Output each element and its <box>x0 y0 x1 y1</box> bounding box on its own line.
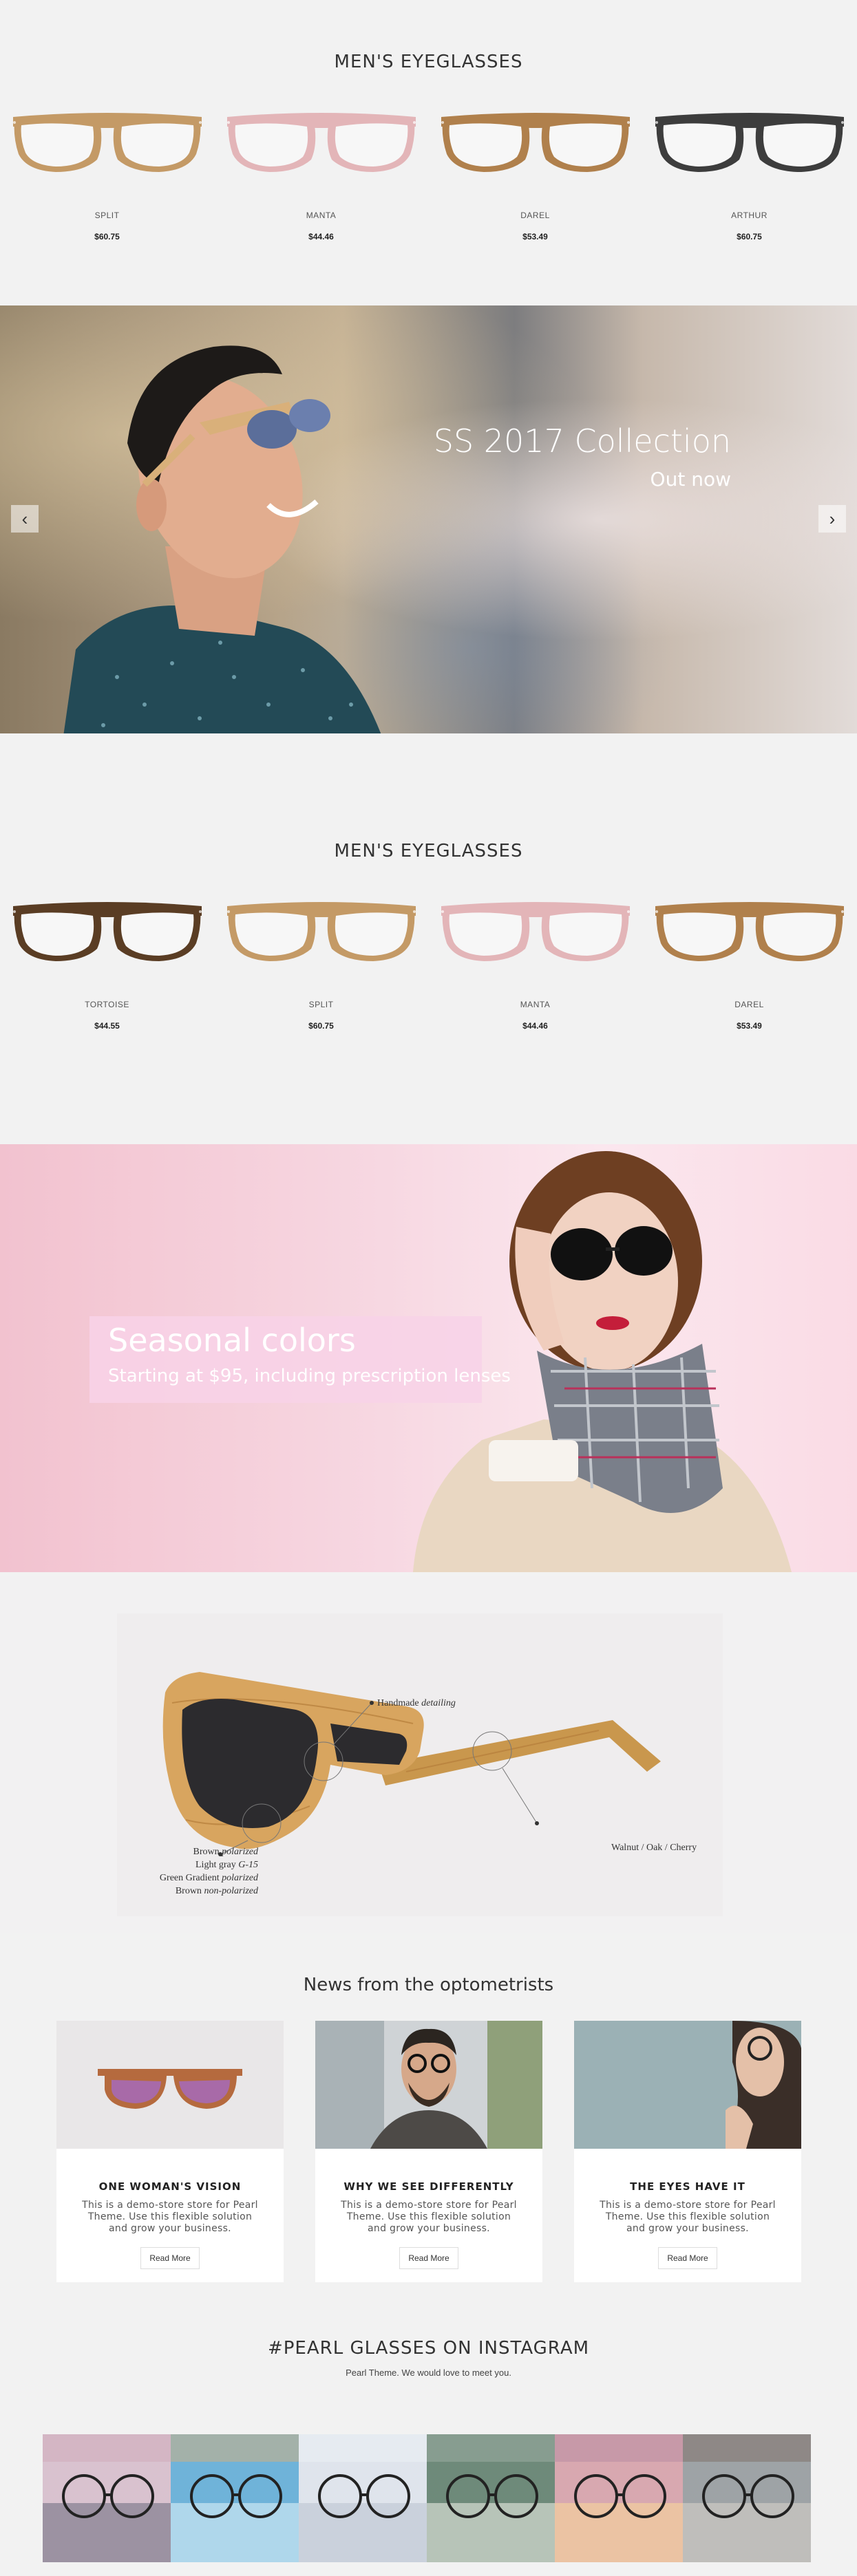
product-card[interactable]: SPLIT $60.75 <box>0 103 214 242</box>
news-card-text: This is a demo-store store for Pearl The… <box>600 2200 776 2234</box>
eyeglasses-image <box>12 113 202 172</box>
instagram-photo[interactable] <box>555 2434 683 2562</box>
lens-option-em: G-15 <box>238 1860 258 1870</box>
eyeglasses-image <box>441 902 630 961</box>
page: MEN'S EYEGLASSES SPLIT $60.75 MANTA $44.46 D… <box>0 0 857 2576</box>
product-name[interactable]: DAREL <box>428 211 642 220</box>
product-card[interactable]: ARTHUR $60.75 <box>642 103 856 242</box>
handmade-text: Handmade <box>377 1698 419 1708</box>
product-card[interactable]: DAREL $53.49 <box>428 103 642 242</box>
lens-option-main: Light gray <box>195 1860 236 1870</box>
product-price: $60.75 <box>94 232 120 242</box>
product-name[interactable]: SPLIT <box>214 1000 428 1009</box>
seasonal-title: Seasonal colors <box>108 1322 356 1359</box>
lens-options-list: Brown polarized Light gray G-15 Green Grad… <box>131 1845 258 1898</box>
news-card-title[interactable]: WHY WE SEE DIFFERENTLY <box>315 2180 542 2193</box>
handmade-em-text: detailing <box>421 1698 456 1708</box>
read-more-button[interactable]: Read More <box>399 2247 458 2269</box>
eyeglasses-image <box>655 113 844 172</box>
news-card-image[interactable] <box>574 2021 801 2149</box>
product-name[interactable]: TORTOISE <box>0 1000 214 1009</box>
slider-subtitle[interactable]: Out now <box>650 468 731 491</box>
product-card[interactable]: SPLIT $60.75 <box>214 892 428 1031</box>
product-price: $53.49 <box>522 232 548 242</box>
lens-option: Green Gradient polarized <box>131 1871 258 1885</box>
news-title: News from the optometrists <box>303 1975 554 1995</box>
news-cards: ONE WOMAN'S VISION This is a demo-store s… <box>56 2021 801 2282</box>
lens-option-em: non-polarized <box>204 1886 258 1896</box>
lens-option: Brown non-polarized <box>131 1885 258 1898</box>
news-card-image[interactable] <box>56 2021 284 2149</box>
instagram-photo[interactable] <box>683 2434 811 2562</box>
instagram-photo[interactable] <box>43 2434 171 2562</box>
instagram-title: #PEARL GLASSES ON INSTAGRAM <box>267 2338 590 2359</box>
read-more-button[interactable]: Read More <box>658 2247 717 2269</box>
news-card-text: This is a demo-store store for Pearl The… <box>82 2200 258 2234</box>
hero-slider[interactable]: SS 2017 Collection Out now ‹ › <box>0 305 857 733</box>
product-price: $60.75 <box>308 1021 334 1031</box>
section-title: MEN'S EYEGLASSES <box>334 841 523 861</box>
product-card[interactable]: DAREL $53.49 <box>642 892 856 1031</box>
eyeglasses-image <box>226 902 416 961</box>
eyeglasses-image <box>226 113 416 172</box>
product-price: $60.75 <box>737 232 762 242</box>
lens-option: Light gray G-15 <box>131 1858 258 1871</box>
eyeglasses-image <box>12 902 202 961</box>
product-name[interactable]: DAREL <box>642 1000 856 1009</box>
news-card-title[interactable]: THE EYES HAVE IT <box>574 2180 801 2193</box>
product-card[interactable]: MANTA $44.46 <box>428 892 642 1031</box>
news-card-text: This is a demo-store store for Pearl The… <box>341 2200 517 2234</box>
news-card-title[interactable]: ONE WOMAN'S VISION <box>56 2180 284 2193</box>
instagram-photo[interactable] <box>427 2434 555 2562</box>
product-price: $53.49 <box>737 1021 762 1031</box>
chevron-right-icon[interactable]: › <box>818 505 846 533</box>
eyeglasses-image <box>441 113 630 172</box>
seasonal-subtitle: Starting at $95, including prescription … <box>108 1366 511 1386</box>
news-card[interactable]: WHY WE SEE DIFFERENTLY This is a demo-sto… <box>315 2021 542 2282</box>
chevron-left-icon[interactable]: ‹ <box>11 505 39 533</box>
product-price: $44.46 <box>522 1021 548 1031</box>
product-card[interactable]: TORTOISE $44.55 <box>0 892 214 1031</box>
instagram-gallery <box>43 2434 811 2562</box>
wood-label: Walnut / Oak / Cherry <box>611 1843 697 1853</box>
product-name[interactable]: MANTA <box>428 1000 642 1009</box>
eyeglasses-image <box>655 902 844 961</box>
product-price: $44.55 <box>94 1021 120 1031</box>
lens-option-main: Brown <box>193 1847 220 1857</box>
lens-option-em: polarized <box>222 1847 258 1857</box>
product-grid: SPLIT $60.75 MANTA $44.46 DAREL $53.49 ARTHUR $… <box>0 103 857 242</box>
slider-title: SS 2017 Collection <box>433 422 731 460</box>
section-title: MEN'S EYEGLASSES <box>334 52 523 72</box>
seasonal-banner[interactable]: Seasonal colors Starting at $95, includi… <box>0 1144 857 1572</box>
product-name[interactable]: ARTHUR <box>642 211 856 220</box>
instagram-subtitle: Pearl Theme. We would love to meet you. <box>346 2368 511 2378</box>
instagram-photo[interactable] <box>299 2434 427 2562</box>
product-price: $44.46 <box>308 232 334 242</box>
news-card[interactable]: ONE WOMAN'S VISION This is a demo-store s… <box>56 2021 284 2282</box>
product-detail-section: Handmade detailing Walnut / Oak / Cherry… <box>0 1576 857 1933</box>
handmade-label: Handmade detailing <box>377 1698 456 1709</box>
read-more-button[interactable]: Read More <box>140 2247 200 2269</box>
lens-option-main: Green Gradient <box>159 1873 220 1883</box>
product-name[interactable]: SPLIT <box>0 211 214 220</box>
instagram-photo[interactable] <box>171 2434 299 2562</box>
news-card[interactable]: THE EYES HAVE IT This is a demo-store sto… <box>574 2021 801 2282</box>
slider-model-image <box>63 345 381 733</box>
lens-option: Brown polarized <box>131 1845 258 1858</box>
product-grid: TORTOISE $44.55 SPLIT $60.75 MANTA $44.46 DARE… <box>0 892 857 1031</box>
product-card[interactable]: MANTA $44.46 <box>214 103 428 242</box>
news-card-image[interactable] <box>315 2021 542 2149</box>
lens-option-main: Brown <box>175 1886 202 1896</box>
product-name[interactable]: MANTA <box>214 211 428 220</box>
lens-option-em: polarized <box>222 1873 258 1883</box>
